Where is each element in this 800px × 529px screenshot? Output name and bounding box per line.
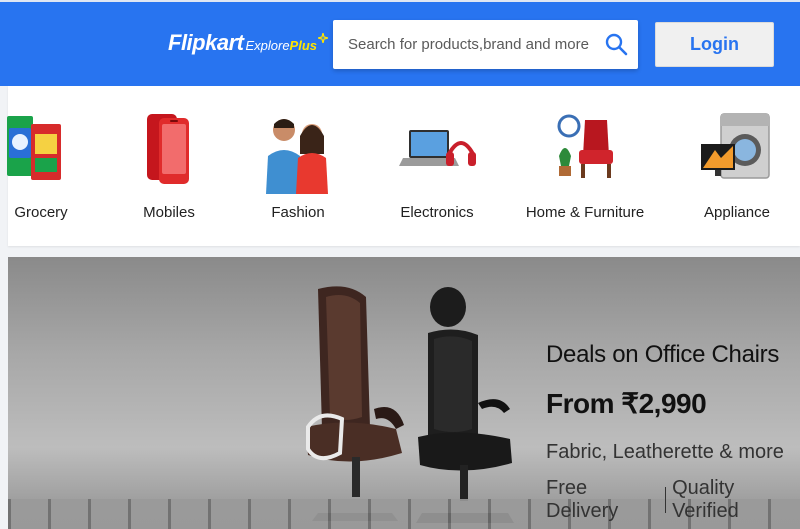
search-bar	[333, 20, 638, 69]
armchair-icon	[557, 114, 613, 178]
login-button[interactable]: Login	[655, 22, 774, 67]
category-home-furniture[interactable]: Home & Furniture	[523, 86, 647, 246]
logo-explore-text: Explore	[245, 38, 290, 53]
category-label: Grocery	[14, 204, 68, 221]
tag-divider	[665, 487, 667, 513]
category-label: Mobiles	[143, 204, 195, 221]
plus-icon	[318, 33, 329, 43]
banner-title: Deals on Office Chairs	[546, 341, 780, 368]
mobile-phone-icon	[147, 114, 189, 184]
category-appliance[interactable]: Appliance	[695, 86, 779, 246]
category-label: Appliance	[704, 204, 770, 221]
grocery-icon	[7, 116, 61, 180]
promo-banner[interactable]: Deals on Office Chairs From ₹2,990 Fabri…	[8, 257, 800, 529]
office-chairs-image	[306, 286, 514, 523]
banner-price: From ₹2,990	[546, 388, 707, 419]
category-label: Home & Furniture	[525, 204, 645, 221]
logo-text: Flipkart	[168, 30, 244, 55]
laptop-headphones-icon	[399, 130, 476, 166]
category-label: Fashion	[271, 204, 325, 221]
category-electronics[interactable]: Electronics	[391, 86, 483, 246]
tag-free-delivery: Free Delivery	[546, 477, 619, 522]
category-strip: Grocery Mobiles Fashion Electronics Home…	[7, 86, 800, 246]
washing-machine-tv-icon	[701, 113, 770, 179]
category-grocery[interactable]: Grocery	[4, 86, 78, 246]
category-label: Electronics	[400, 204, 474, 221]
top-header: Flipkart Explore Plus Login	[0, 0, 800, 86]
banner-subtitle: Fabric, Leatherette & more	[546, 441, 784, 463]
flipkart-logo[interactable]: Flipkart Explore Plus	[168, 30, 329, 60]
fashion-models-icon	[266, 119, 328, 194]
category-fashion[interactable]: Fashion	[258, 86, 338, 246]
search-input[interactable]	[333, 20, 593, 69]
logo-plus-text: Plus	[289, 38, 318, 53]
banner-tagline: Free Delivery Quality Verified	[546, 477, 800, 523]
tag-quality-verified: Quality Verified	[672, 477, 739, 522]
search-icon[interactable]	[604, 32, 628, 56]
category-mobiles[interactable]: Mobiles	[129, 86, 209, 246]
